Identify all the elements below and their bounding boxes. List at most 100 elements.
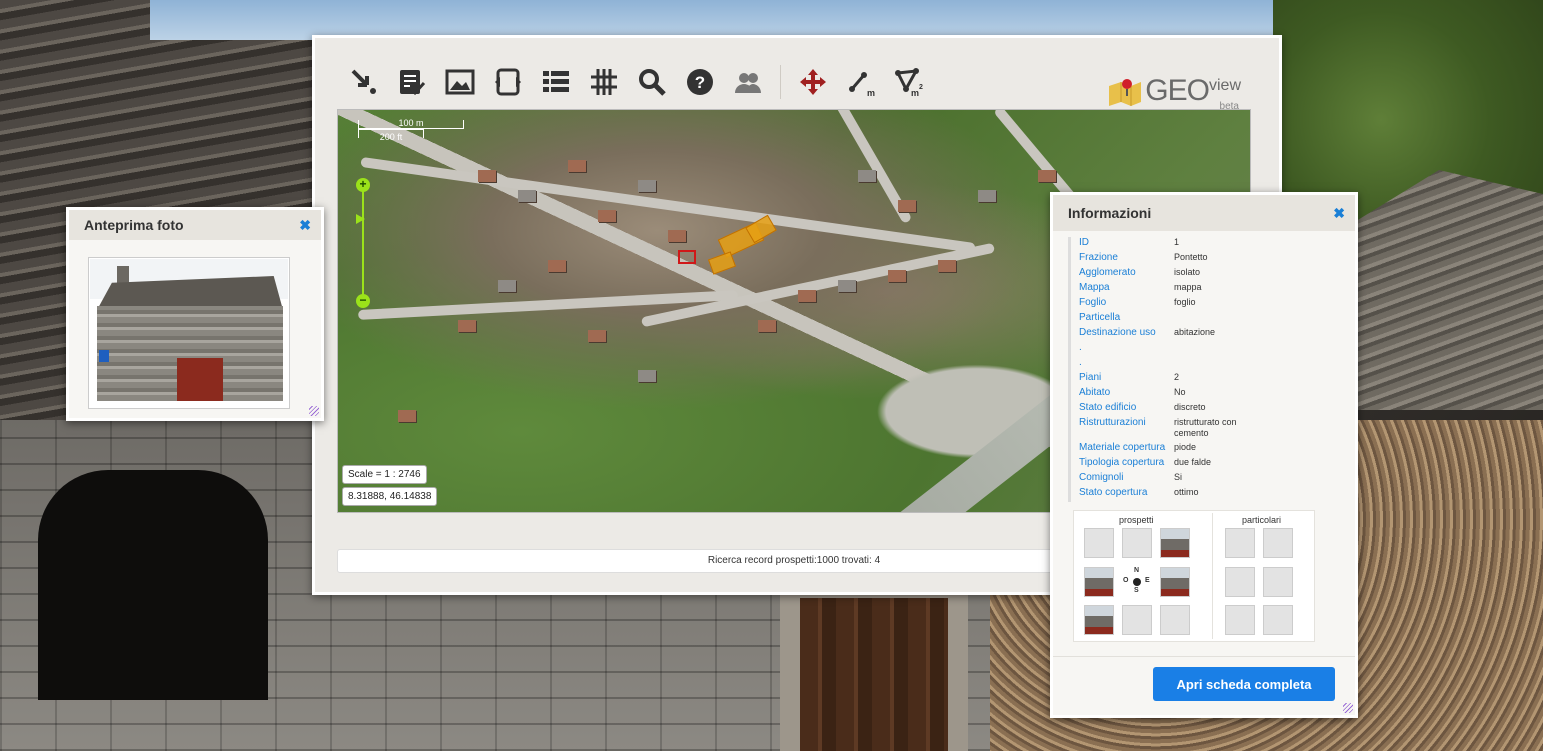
search-icon: [639, 69, 666, 96]
map-building: [598, 210, 616, 222]
thumbnail-empty: [1263, 567, 1293, 597]
photo-thumbnails: prospetti particolari N O E S: [1073, 510, 1315, 642]
info-key[interactable]: Stato copertura: [1079, 487, 1174, 502]
particolari-label: particolari: [1242, 515, 1282, 525]
info-key[interactable]: Piani: [1079, 372, 1174, 387]
svg-text:m: m: [867, 88, 875, 97]
zoom-out-button[interactable]: −: [356, 294, 370, 308]
open-full-record-button[interactable]: Apri scheda completa: [1153, 667, 1335, 701]
measure-length-tool[interactable]: m: [837, 62, 885, 102]
compass-west: O: [1123, 577, 1129, 584]
info-value: discreto: [1174, 402, 1206, 412]
thumbnail-empty: [1263, 605, 1293, 635]
map-pin-logo-icon: [1109, 79, 1142, 106]
info-key[interactable]: .: [1079, 357, 1174, 372]
map-building: [568, 160, 586, 172]
map-building: [938, 260, 956, 272]
grid-tool[interactable]: [580, 62, 628, 102]
scale-bar: 100 m 200 ft: [358, 119, 464, 142]
photo-preview-header[interactable]: Anteprima foto ✖: [69, 210, 321, 240]
compass-north: N: [1134, 567, 1140, 574]
info-key[interactable]: Ristrutturazioni: [1079, 417, 1174, 442]
measure-length-icon: m: [849, 72, 875, 97]
info-key[interactable]: Frazione: [1079, 252, 1174, 267]
help-icon: ?: [687, 69, 713, 95]
close-icon[interactable]: ✖: [299, 217, 311, 234]
info-row: Mappa mappa: [1079, 282, 1339, 297]
zoom-slider-handle[interactable]: [356, 214, 365, 224]
thumbnail-photo[interactable]: [1084, 605, 1114, 635]
coordinates-readout: 8.31888, 46.14838: [342, 487, 438, 506]
thumbnail-empty: [1225, 567, 1255, 597]
thumbnail-photo[interactable]: [1160, 567, 1190, 597]
resize-grip-icon[interactable]: [309, 406, 319, 416]
info-row: Stato edificio discreto: [1079, 402, 1339, 417]
thumbnail-photo[interactable]: [1084, 567, 1114, 597]
measure-area-tool[interactable]: m2: [885, 62, 933, 102]
expand-tool[interactable]: [484, 62, 532, 102]
image-icon: [445, 69, 475, 95]
prospetti-label: prospetti: [1119, 515, 1154, 525]
pan-tool[interactable]: [789, 62, 837, 102]
checklist-icon: [400, 70, 426, 96]
info-row: Frazione Pontetto: [1079, 252, 1339, 267]
info-value: No: [1174, 387, 1186, 397]
map-building: [458, 320, 476, 332]
map-building: [1038, 170, 1056, 182]
info-key[interactable]: Particella: [1079, 312, 1174, 327]
image-tool[interactable]: [436, 62, 484, 102]
select-arrow-icon: [351, 69, 376, 94]
users-tool[interactable]: [724, 62, 772, 102]
map-building: [898, 200, 916, 212]
toolbar-separator: [780, 65, 781, 99]
info-row: Destinazione uso abitazione: [1079, 327, 1339, 342]
map-building: [638, 180, 656, 192]
svg-text:2: 2: [919, 84, 923, 91]
info-key[interactable]: Destinazione uso: [1079, 327, 1174, 342]
search-tool[interactable]: [628, 62, 676, 102]
info-row: Piani 2: [1079, 372, 1339, 387]
selected-building-highlight[interactable]: [707, 251, 737, 275]
map-building: [858, 170, 876, 182]
thumbnails-divider: [1212, 513, 1213, 639]
info-panel-header[interactable]: Informazioni ✖: [1053, 195, 1355, 231]
thumbnail-photo[interactable]: [1160, 528, 1190, 558]
info-key[interactable]: .: [1079, 342, 1174, 357]
select-arrow-tool[interactable]: [340, 62, 388, 102]
layers-list-tool[interactable]: [532, 62, 580, 102]
info-row: Comignoli Si: [1079, 472, 1339, 487]
zoom-in-button[interactable]: +: [356, 178, 370, 192]
info-key[interactable]: Mappa: [1079, 282, 1174, 297]
info-row: .: [1079, 357, 1339, 372]
close-icon[interactable]: ✖: [1333, 205, 1345, 222]
info-key[interactable]: Materiale copertura: [1079, 442, 1174, 457]
info-key[interactable]: Stato edificio: [1079, 402, 1174, 417]
info-value: Si: [1174, 472, 1183, 482]
info-footer-divider: [1053, 656, 1355, 657]
building-photo[interactable]: [88, 257, 290, 409]
checklist-tool[interactable]: [388, 62, 436, 102]
info-key[interactable]: ID: [1079, 237, 1174, 252]
map-building: [638, 370, 656, 382]
compass-center: [1133, 578, 1141, 586]
info-value: abitazione: [1174, 327, 1216, 337]
resize-grip-icon[interactable]: [1343, 703, 1353, 713]
expand-icon: [495, 68, 521, 96]
info-panel-title: Informazioni: [1068, 205, 1152, 221]
info-key[interactable]: Agglomerato: [1079, 267, 1174, 282]
map-building: [498, 280, 516, 292]
map-building: [758, 320, 776, 332]
zoom-slider-track: [362, 186, 364, 298]
info-value: ristrutturato con cemento: [1174, 417, 1237, 438]
info-key[interactable]: Foglio: [1079, 297, 1174, 312]
info-key[interactable]: Tipologia copertura: [1079, 457, 1174, 472]
info-key[interactable]: Comignoli: [1079, 472, 1174, 487]
toolbar: ? m m2: [340, 62, 933, 102]
map-building: [668, 230, 686, 242]
zoom-slider[interactable]: + −: [356, 178, 370, 308]
compass-icon: N O E S: [1122, 567, 1152, 597]
info-key[interactable]: Abitato: [1079, 387, 1174, 402]
selected-building-outline: [678, 250, 696, 264]
help-tool[interactable]: ?: [676, 62, 724, 102]
compass-south: S: [1134, 587, 1139, 594]
